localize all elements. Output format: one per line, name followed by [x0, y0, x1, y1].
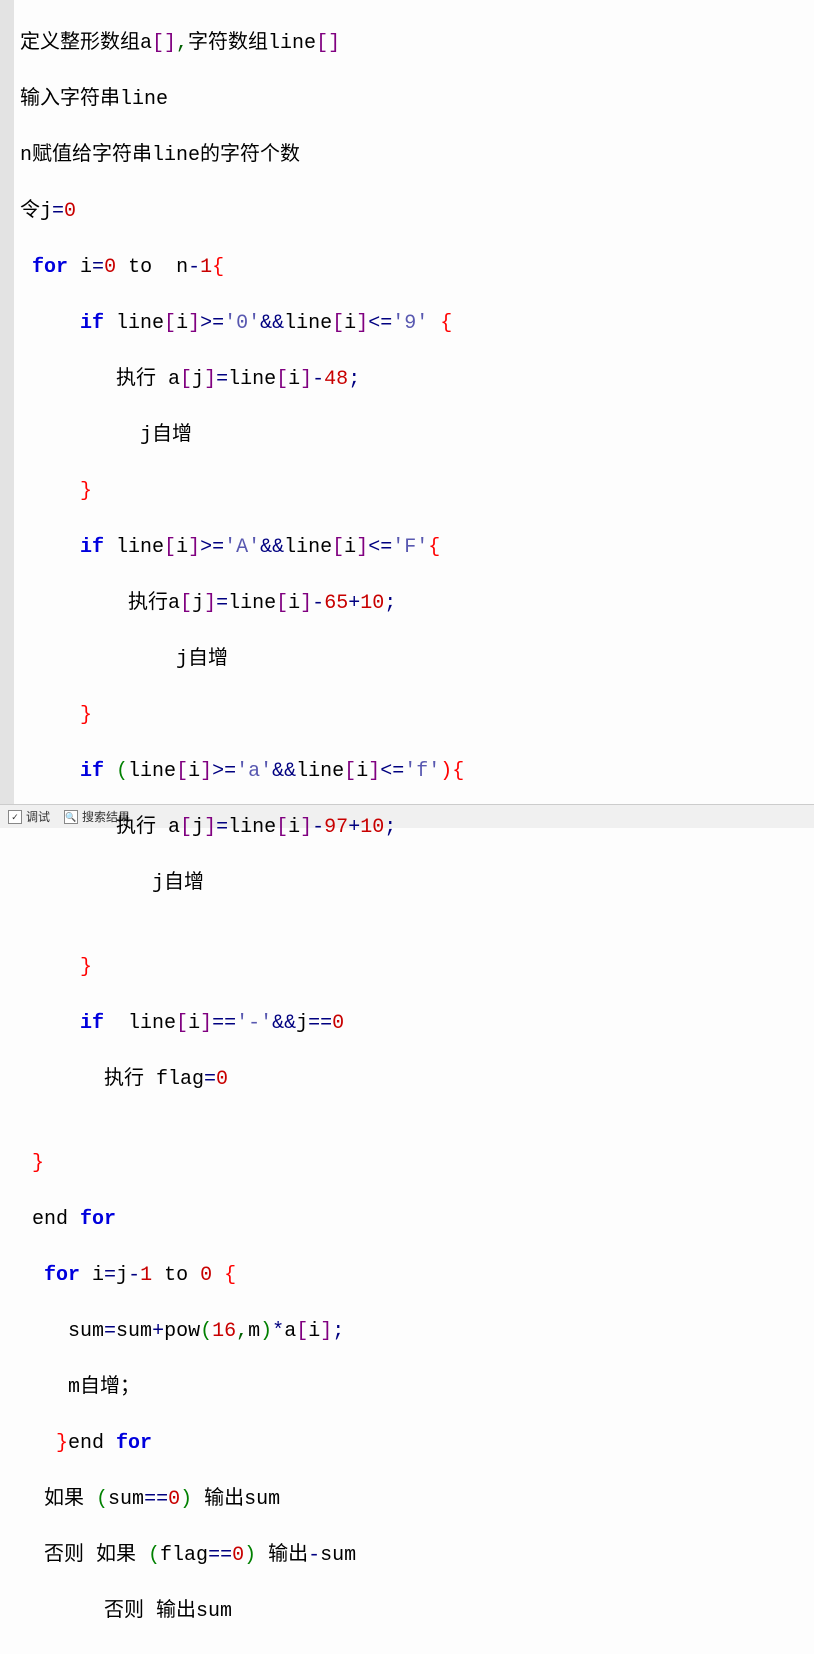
- code-line: m自增；: [20, 1374, 814, 1402]
- code-line: 执行 a[j]=line[i]-48;: [20, 366, 814, 394]
- code-line: 执行 a[j]=line[i]-97+10;: [20, 814, 814, 842]
- code-line: if line[i]>='A'&&line[i]<='F'{: [20, 534, 814, 562]
- line-gutter: [0, 0, 14, 828]
- code-line: 定义整形数组a[],字符数组line[]: [20, 30, 814, 58]
- code-line: j自增: [20, 870, 814, 898]
- code-line: for i=j-1 to 0 {: [20, 1262, 814, 1290]
- code-line: }: [20, 478, 814, 506]
- code-line: if line[i]=='-'&&j==0: [20, 1010, 814, 1038]
- code-line: }: [20, 954, 814, 982]
- code-line: for i=0 to n-1{: [20, 254, 814, 282]
- code-line: if line[i]>='0'&&line[i]<='9' {: [20, 310, 814, 338]
- code-line: 执行a[j]=line[i]-65+10;: [20, 590, 814, 618]
- code-line: j自增: [20, 646, 814, 674]
- code-line: 令j=0: [20, 198, 814, 226]
- code-line: end for: [20, 1206, 814, 1234]
- code-line: n赋值给字符串line的字符个数: [20, 142, 814, 170]
- code-line: 输入字符串line: [20, 86, 814, 114]
- code-line: sum=sum+pow(16,m)*a[i];: [20, 1318, 814, 1346]
- code-line: }: [20, 702, 814, 730]
- code-line: 否则 输出sum: [20, 1598, 814, 1626]
- code-editor[interactable]: 定义整形数组a[],字符数组line[] 输入字符串line n赋值给字符串li…: [14, 0, 814, 804]
- code-line: 否则 如果 (flag==0) 输出-sum: [20, 1542, 814, 1570]
- code-line: 执行 flag=0: [20, 1066, 814, 1094]
- code-line: j自增: [20, 422, 814, 450]
- code-line: 如果 (sum==0) 输出sum: [20, 1486, 814, 1514]
- code-line: }end for: [20, 1430, 814, 1458]
- code-line: if (line[i]>='a'&&line[i]<='f'){: [20, 758, 814, 786]
- code-line: }: [20, 1150, 814, 1178]
